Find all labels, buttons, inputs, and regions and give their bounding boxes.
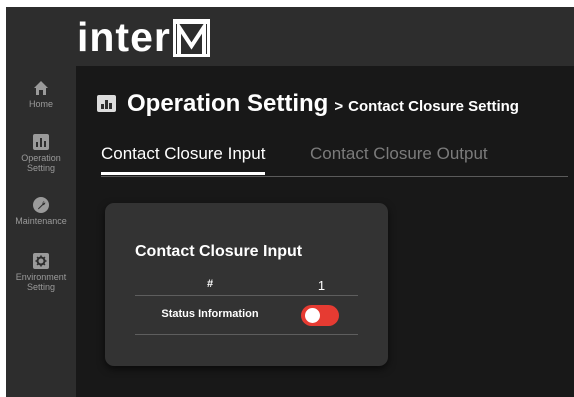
contact-closure-input-card: Contact Closure Input # 1 Status Informa… [105,203,388,366]
table-row: Status Information [135,296,358,335]
sidebar-item-label: Maintenance [15,216,67,226]
sidebar-item-label: Operation Setting [21,153,61,173]
logo: inter [77,15,210,59]
top-bar: inter [6,7,574,66]
sidebar-item-environment-setting[interactable]: Environment Setting [6,253,76,292]
sidebar-item-maintenance[interactable]: Maintenance [6,197,76,226]
page-title-text: Operation Setting [127,90,329,117]
sidebar-item-operation-setting[interactable]: Operation Setting [6,134,76,173]
column-header-number: # [206,278,214,290]
status-toggle[interactable] [301,305,339,326]
breadcrumb-separator: > [334,98,344,115]
page-title: Operation Setting > Contact Closure Sett… [97,90,519,118]
gear-icon [33,253,49,269]
home-icon [34,81,48,95]
logo-text: inter [77,14,171,60]
tab-contact-closure-input[interactable]: Contact Closure Input [101,144,266,175]
sidebar: Home Operation Setting Maintenance Envir… [6,66,76,397]
sidebar-item-label: Home [28,99,53,109]
column-header-channel: 1 [317,278,326,293]
chart-icon [33,134,49,150]
tab-bar: Contact Closure Input Contact Closure Ou… [101,143,568,177]
toggle-knob [305,308,320,323]
chart-icon [97,95,116,112]
logo-m-box [172,19,210,57]
sidebar-item-label: Environment Setting [15,272,67,292]
status-information-label: Status Information [161,308,259,320]
card-title: Contact Closure Input [135,243,303,260]
tab-contact-closure-output[interactable]: Contact Closure Output [310,144,488,164]
table-header-row: # 1 [135,274,358,296]
wrench-icon [33,197,49,213]
status-table: # 1 Status Information [135,274,358,335]
page-subtitle: Contact Closure Setting [348,98,519,115]
sidebar-item-home[interactable]: Home [6,80,76,109]
